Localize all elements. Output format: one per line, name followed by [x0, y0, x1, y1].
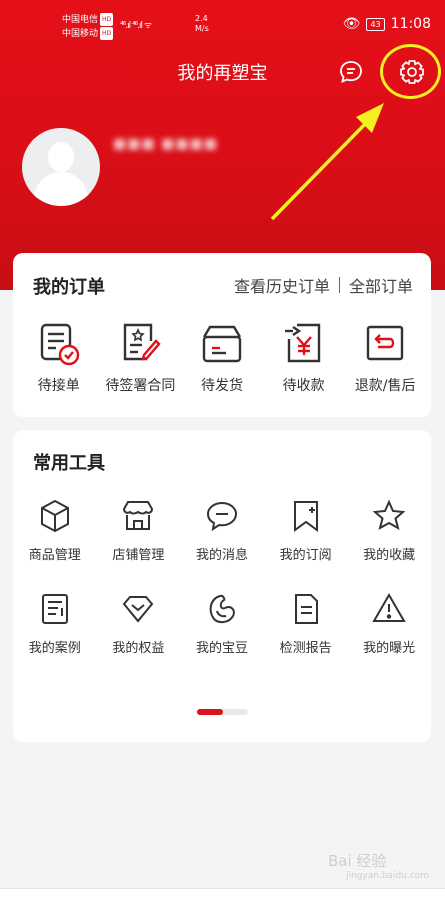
bean-icon	[209, 594, 235, 624]
tool-test-report[interactable]: 检测报告	[264, 591, 348, 656]
all-orders-link[interactable]: 全部订单	[349, 273, 413, 297]
avatar[interactable]	[22, 128, 100, 206]
report-icon	[294, 594, 318, 624]
order-pending-contract[interactable]: 待签署合同	[100, 321, 182, 395]
order-pending-ship[interactable]: 待发货	[181, 321, 263, 395]
carrier-info: 中国电信 HD 中国移动 HD	[62, 13, 114, 41]
tool-my-favorites[interactable]: 我的收藏	[347, 498, 431, 563]
tool-label: 我的收藏	[363, 548, 416, 563]
tool-my-cases[interactable]: 我的案例	[13, 591, 97, 656]
page-indicator-active	[197, 709, 223, 715]
page-title: 我的再塑宝	[177, 63, 268, 84]
order-pending-payment[interactable]: 待收款	[263, 321, 345, 395]
payment-yen-icon	[284, 323, 320, 363]
tool-my-messages[interactable]: 我的消息	[180, 498, 264, 563]
warning-icon	[372, 592, 406, 622]
store-icon	[123, 501, 154, 530]
order-refund[interactable]: 退款/售后	[344, 321, 426, 395]
tool-my-rights[interactable]: 我的权益	[97, 591, 181, 656]
pending-order-icon	[40, 323, 79, 366]
history-orders-link[interactable]: 查看历史订单	[234, 273, 330, 297]
tool-my-exposure[interactable]: 我的曝光	[347, 591, 431, 656]
hd-badge: HD	[100, 27, 114, 40]
pointer-arrow	[270, 103, 384, 221]
bookmark-icon	[293, 501, 318, 532]
bottom-nav-edge	[0, 888, 445, 902]
tool-label: 店铺管理	[112, 548, 165, 563]
battery-icon: 43	[366, 17, 385, 31]
star-icon	[372, 499, 406, 531]
tool-my-beans[interactable]: 我的宝豆	[180, 591, 264, 656]
profile-header: 中国电信 HD 中国移动 HD ⁴⁶.ıl ⁴⁶.ıl ᯤ 2.4 M/s 👁 43…	[0, 0, 445, 290]
shipping-box-icon	[202, 325, 242, 363]
order-label: 待收款	[282, 378, 325, 394]
username: ■■■ ■■■■	[113, 136, 219, 152]
tool-label: 我的案例	[28, 641, 81, 656]
watermark-sub: jingyan.baidu.com	[346, 871, 430, 881]
tool-my-subscriptions[interactable]: 我的订阅	[264, 498, 348, 563]
tool-label: 我的宝豆	[195, 641, 248, 656]
cube-icon	[40, 499, 69, 533]
hd-badge: HD	[100, 13, 114, 26]
carrier-1: 中国电信	[62, 15, 99, 25]
orders-card: 我的订单 查看历史订单 全部订单 待接单 待签署合同 待发货 待收款 退款/售后	[13, 253, 431, 417]
chat-bubble-icon[interactable]	[338, 59, 364, 85]
watermark-text: Bai 经验	[328, 852, 387, 870]
speech-bubble-icon	[206, 501, 237, 532]
avatar-head	[48, 142, 74, 172]
settings-highlight-circle	[380, 44, 441, 99]
order-label: 待签署合同	[105, 378, 176, 394]
tool-product-management[interactable]: 商品管理	[13, 498, 97, 563]
order-label: 退款/售后	[354, 378, 416, 394]
tool-label: 检测报告	[279, 641, 332, 656]
signal-icon: ⁴⁶.ıl ⁴⁶.ıl ᯤ	[120, 21, 152, 31]
carrier-2: 中国移动	[62, 29, 99, 39]
tool-store-management[interactable]: 店铺管理	[97, 498, 181, 563]
tool-label: 我的消息	[195, 548, 248, 563]
page-indicator[interactable]	[197, 709, 248, 715]
orders-title: 我的订单	[33, 277, 105, 298]
tool-label: 我的权益	[112, 641, 165, 656]
order-pending-accept[interactable]: 待接单	[18, 321, 100, 395]
divider	[338, 277, 340, 293]
order-label: 待接单	[37, 378, 80, 394]
tool-label: 商品管理	[28, 548, 81, 563]
eye-icon: 👁	[342, 16, 361, 32]
tool-label: 我的订阅	[279, 548, 332, 563]
speed-value: 2.4	[195, 14, 208, 23]
network-speed: 2.4 M/s	[195, 14, 209, 34]
watermark: Bai 经验 jingyan.baidu.com	[328, 850, 429, 881]
avatar-body	[34, 172, 88, 206]
tool-label: 我的曝光	[363, 641, 416, 656]
clock: 11:08	[390, 16, 431, 32]
speed-unit: M/s	[195, 24, 209, 33]
case-list-icon	[41, 594, 68, 624]
tools-card: 常用工具 商品管理 店铺管理 我的消息 我的订阅 我的收藏 我的案例 我的权益 …	[13, 430, 431, 742]
tools-title: 常用工具	[33, 453, 105, 474]
contract-sign-icon	[124, 323, 162, 361]
diamond-icon	[123, 596, 154, 623]
refund-return-icon	[366, 325, 404, 361]
order-label: 待发货	[200, 378, 243, 394]
status-bar: 中国电信 HD 中国移动 HD ⁴⁶.ıl ⁴⁶.ıl ᯤ 2.4 M/s 👁 43…	[0, 10, 445, 44]
